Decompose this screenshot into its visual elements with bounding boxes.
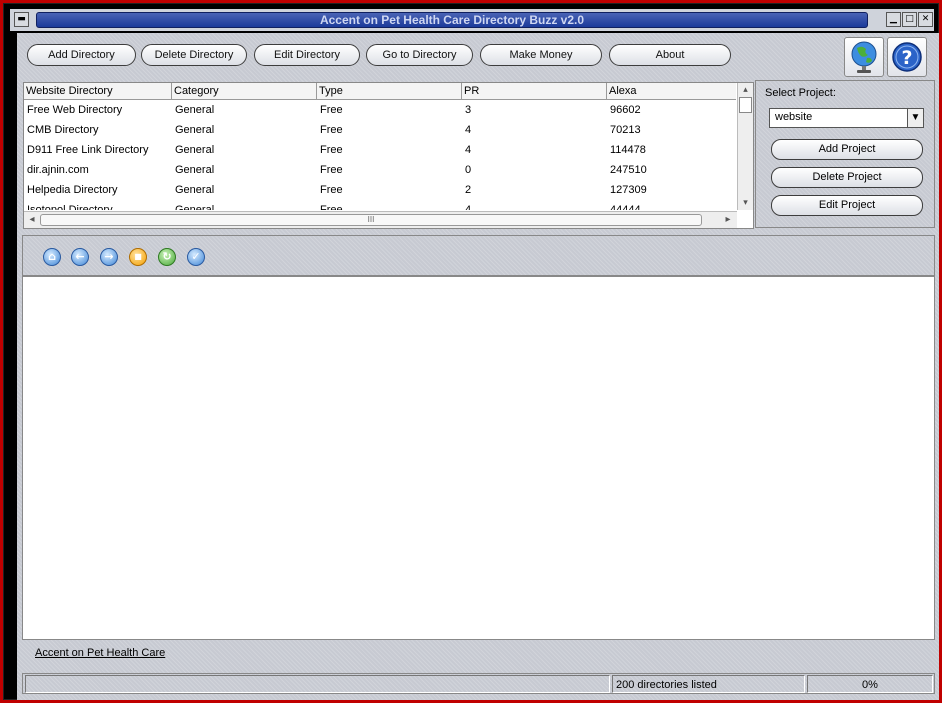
window-menu-icon[interactable]: ▬	[14, 12, 29, 27]
cell-alexa: 247510	[610, 164, 647, 176]
cell-category: General	[175, 104, 215, 116]
cell-category: General	[175, 144, 215, 156]
cell-pr: 4	[465, 204, 472, 210]
table-row[interactable]: Isotopol Directory General Free 4 44444	[24, 200, 736, 210]
cell-directory: dir.ajnin.com	[27, 164, 89, 176]
table-row[interactable]: Free Web Directory General Free 3 96602	[24, 100, 736, 120]
table-vertical-scrollbar[interactable]: ▴ ▾	[737, 83, 753, 210]
add-project-button[interactable]: Add Project	[771, 139, 923, 160]
maximize-icon[interactable]: □	[902, 12, 917, 27]
project-select[interactable]: website ▼	[769, 108, 924, 128]
cell-category: General	[175, 184, 215, 196]
delete-project-button[interactable]: Delete Project	[771, 167, 923, 188]
home-icon[interactable]: ⌂	[43, 248, 61, 266]
make-money-button[interactable]: Make Money	[480, 44, 602, 66]
cell-type: Free	[320, 164, 343, 176]
cell-pr: 0	[465, 164, 472, 176]
cell-type: Free	[320, 104, 343, 116]
status-progress: 0%	[807, 675, 933, 693]
vertical-scroll-thumb[interactable]	[739, 97, 752, 113]
refresh-icon[interactable]: ↻	[158, 248, 176, 266]
chevron-down-icon[interactable]: ▼	[907, 109, 923, 127]
help-icon: ?	[892, 42, 922, 72]
cell-directory: CMB Directory	[27, 124, 99, 136]
window-title: Accent on Pet Health Care Directory Buzz…	[36, 12, 868, 28]
column-website-directory[interactable]: Website Directory	[24, 83, 172, 100]
go-to-directory-button[interactable]: Go to Directory	[366, 44, 473, 66]
table-row[interactable]: D911 Free Link Directory General Free 4 …	[24, 140, 736, 160]
edit-directory-button[interactable]: Edit Directory	[254, 44, 360, 66]
cell-type: Free	[320, 144, 343, 156]
cell-type: Free	[320, 184, 343, 196]
cell-directory: Helpedia Directory	[27, 184, 118, 196]
status-message	[25, 675, 610, 693]
globe-icon	[851, 41, 877, 73]
cell-directory: Free Web Directory	[27, 104, 123, 116]
cell-alexa: 114478	[610, 144, 646, 156]
about-button[interactable]: About	[609, 44, 731, 66]
scroll-down-icon[interactable]: ▾	[738, 196, 753, 208]
back-icon[interactable]: ←	[71, 248, 89, 266]
column-alexa[interactable]: Alexa	[607, 83, 736, 100]
cell-alexa: 127309	[610, 184, 647, 196]
cell-category: General	[175, 164, 215, 176]
add-directory-button[interactable]: Add Directory	[27, 44, 136, 66]
status-bar: 200 directories listed 0%	[22, 673, 935, 694]
cell-pr: 4	[465, 124, 472, 136]
cell-alexa: 70213	[610, 124, 641, 136]
project-panel: Select Project: website ▼ Add Project De…	[755, 80, 935, 228]
column-pr[interactable]: PR	[462, 83, 607, 100]
table-row[interactable]: CMB Directory General Free 4 70213	[24, 120, 736, 140]
scroll-left-icon[interactable]: ◂	[26, 213, 38, 227]
help-glyph: ?	[901, 47, 912, 69]
cell-category: General	[175, 204, 215, 210]
column-type[interactable]: Type	[317, 83, 462, 100]
globe-button[interactable]	[844, 37, 884, 77]
delete-directory-button[interactable]: Delete Directory	[141, 44, 247, 66]
client-area: Add Directory Delete Directory Edit Dire…	[17, 33, 939, 700]
table-header: Website Directory Category Type PR Alexa	[24, 83, 736, 100]
cell-pr: 2	[465, 184, 472, 196]
footer-link[interactable]: Accent on Pet Health Care	[35, 647, 165, 659]
select-project-label: Select Project:	[765, 87, 836, 99]
forward-icon[interactable]: →	[100, 248, 118, 266]
cell-alexa: 96602	[610, 104, 641, 116]
table-horizontal-scrollbar[interactable]: ◂ III ▸	[24, 211, 737, 228]
cell-pr: 3	[465, 104, 472, 116]
cell-category: General	[175, 124, 215, 136]
cell-alexa: 44444	[610, 204, 641, 210]
check-icon[interactable]: ✓	[187, 248, 205, 266]
cell-directory: Isotopol Directory	[27, 204, 113, 210]
web-browser-pane[interactable]	[22, 276, 935, 640]
help-button[interactable]: ?	[887, 37, 927, 77]
app-window: ▬ Accent on Pet Health Care Directory Bu…	[3, 3, 939, 700]
status-directory-count: 200 directories listed	[612, 675, 805, 693]
horizontal-scroll-thumb[interactable]: III	[40, 214, 702, 226]
edit-project-button[interactable]: Edit Project	[771, 195, 923, 216]
close-icon[interactable]: ✕	[918, 12, 933, 27]
directory-table[interactable]: Website Directory Category Type PR Alexa…	[23, 82, 754, 229]
cell-type: Free	[320, 124, 343, 136]
table-row[interactable]: dir.ajnin.com General Free 0 247510	[24, 160, 736, 180]
scroll-up-icon[interactable]: ▴	[738, 83, 753, 95]
project-select-value: website	[775, 111, 813, 123]
table-row[interactable]: Helpedia Directory General Free 2 127309	[24, 180, 736, 200]
table-body: Free Web Directory General Free 3 96602 …	[24, 100, 736, 210]
stop-icon[interactable]: ■	[129, 248, 147, 266]
scroll-right-icon[interactable]: ▸	[722, 213, 734, 227]
cell-pr: 4	[465, 144, 472, 156]
cell-directory: D911 Free Link Directory	[27, 144, 149, 156]
minimize-icon[interactable]: ▁	[886, 12, 901, 27]
browser-nav-bar: ⌂ ← → ■ ↻ ✓	[22, 235, 935, 276]
column-category[interactable]: Category	[172, 83, 317, 100]
cell-type: Free	[320, 204, 343, 210]
title-bar: ▬ Accent on Pet Health Care Directory Bu…	[10, 9, 934, 31]
